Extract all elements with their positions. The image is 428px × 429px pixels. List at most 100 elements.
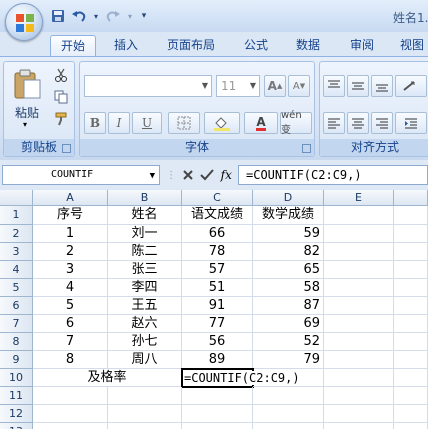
cell-e4[interactable] — [324, 261, 394, 279]
select-all-corner[interactable] — [0, 190, 33, 206]
formula-input[interactable]: =COUNTIF(C2:C9,) — [238, 165, 428, 185]
insert-function-icon[interactable]: fx — [221, 168, 232, 182]
cell-e5[interactable] — [324, 279, 394, 297]
cell-c10-active[interactable]: =COUNTIF(C2:C9,) — [181, 368, 300, 388]
cell-d13[interactable] — [253, 423, 324, 429]
row-header-8[interactable]: 8 — [0, 333, 33, 351]
tab-insert[interactable]: 插入 — [106, 35, 146, 56]
font-name-combo[interactable]: ▼ — [84, 75, 212, 97]
tab-review[interactable]: 审阅 — [342, 35, 382, 56]
cell-f5[interactable] — [394, 279, 428, 297]
office-button[interactable] — [5, 3, 43, 41]
cell-d7[interactable]: 69 — [253, 315, 324, 333]
cell-a5[interactable]: 4 — [33, 279, 108, 297]
cell-c8[interactable]: 56 — [182, 333, 253, 351]
column-header-c[interactable]: C — [182, 190, 253, 206]
cell-a9[interactable]: 8 — [33, 351, 108, 369]
font-size-combo[interactable]: 11 ▼ — [216, 75, 260, 97]
cell-c1[interactable]: 语文成绩 — [182, 206, 253, 225]
cell-a6[interactable]: 5 — [33, 297, 108, 315]
cell-a10-merged[interactable]: 及格率 — [33, 369, 182, 387]
cell-c12[interactable] — [182, 405, 253, 423]
row-header-2[interactable]: 2 — [0, 225, 33, 243]
cell-d1[interactable]: 数学成绩 — [253, 206, 324, 225]
row-header-1[interactable]: 1 — [0, 206, 33, 225]
cell-b7[interactable]: 赵六 — [108, 315, 182, 333]
copy-icon[interactable] — [54, 90, 70, 106]
cell-f13[interactable] — [394, 423, 428, 429]
name-box[interactable]: COUNTIF ▼ — [2, 165, 160, 185]
tab-home[interactable]: 开始 — [50, 35, 96, 56]
clipboard-launcher-icon[interactable] — [62, 144, 71, 153]
customize-toolbar-icon[interactable]: ▾ — [139, 8, 149, 24]
cell-d6[interactable]: 87 — [253, 297, 324, 315]
font-launcher-icon[interactable] — [302, 144, 311, 153]
italic-button[interactable]: I — [108, 112, 130, 134]
undo-icon[interactable] — [71, 8, 87, 24]
column-header-a[interactable]: A — [33, 190, 108, 206]
enter-check-icon[interactable] — [200, 169, 215, 181]
row-header-11[interactable]: 11 — [0, 387, 33, 405]
cut-icon[interactable] — [54, 68, 70, 84]
cancel-icon[interactable] — [182, 169, 194, 181]
cell-b8[interactable]: 孙七 — [108, 333, 182, 351]
paste-dropdown-icon[interactable]: ▾ — [23, 120, 27, 129]
cell-e9[interactable] — [324, 351, 394, 369]
cell-c3[interactable]: 78 — [182, 243, 253, 261]
cell-d12[interactable] — [253, 405, 324, 423]
paste-button[interactable]: 粘贴 ▾ — [10, 66, 44, 134]
tab-view[interactable]: 视图 — [396, 35, 428, 56]
phonetic-button[interactable]: wén 变 — [280, 110, 312, 136]
column-header-b[interactable]: B — [108, 190, 182, 206]
cell-b12[interactable] — [108, 405, 182, 423]
cell-c2[interactable]: 66 — [182, 225, 253, 243]
align-middle-button[interactable] — [347, 75, 369, 97]
cell-b6[interactable]: 王五 — [108, 297, 182, 315]
cell-e1[interactable] — [324, 206, 394, 225]
align-bottom-button[interactable] — [371, 75, 393, 97]
indent-button[interactable] — [395, 112, 427, 134]
row-header-10[interactable]: 10 — [0, 369, 33, 387]
cell-f9[interactable] — [394, 351, 428, 369]
cell-c13[interactable] — [182, 423, 253, 429]
cell-e7[interactable] — [324, 315, 394, 333]
undo-dropdown-icon[interactable]: ▾ — [92, 8, 100, 24]
cell-c7[interactable]: 77 — [182, 315, 253, 333]
fill-color-button[interactable] — [204, 112, 240, 134]
tab-page-layout[interactable]: 页面布局 — [160, 35, 222, 56]
cell-e13[interactable] — [324, 423, 394, 429]
column-header-f[interactable] — [394, 190, 428, 206]
row-header-9[interactable]: 9 — [0, 351, 33, 369]
cell-c6[interactable]: 91 — [182, 297, 253, 315]
align-right-button[interactable] — [371, 112, 393, 134]
cell-e12[interactable] — [324, 405, 394, 423]
cell-d4[interactable]: 65 — [253, 261, 324, 279]
orientation-button[interactable] — [395, 75, 427, 97]
row-header-5[interactable]: 5 — [0, 279, 33, 297]
cell-a8[interactable]: 7 — [33, 333, 108, 351]
cell-f2[interactable] — [394, 225, 428, 243]
cell-a3[interactable]: 2 — [33, 243, 108, 261]
cell-d2[interactable]: 59 — [253, 225, 324, 243]
cell-a12[interactable] — [33, 405, 108, 423]
cell-d10[interactable] — [253, 369, 324, 387]
cell-a1[interactable]: 序号 — [33, 206, 108, 225]
cell-e2[interactable] — [324, 225, 394, 243]
row-header-13[interactable]: 13 — [0, 423, 33, 429]
cell-b13[interactable] — [108, 423, 182, 429]
cell-b9[interactable]: 周八 — [108, 351, 182, 369]
align-top-button[interactable] — [323, 75, 345, 97]
cell-f1[interactable] — [394, 206, 428, 225]
cell-e3[interactable] — [324, 243, 394, 261]
cell-f12[interactable] — [394, 405, 428, 423]
tab-data[interactable]: 数据 — [288, 35, 328, 56]
align-center-button[interactable] — [347, 112, 369, 134]
cell-a2[interactable]: 1 — [33, 225, 108, 243]
cell-b1[interactable]: 姓名 — [108, 206, 182, 225]
cell-f3[interactable] — [394, 243, 428, 261]
borders-button[interactable] — [168, 112, 200, 134]
cell-b11[interactable] — [108, 387, 182, 405]
cell-f11[interactable] — [394, 387, 428, 405]
shrink-font-button[interactable]: A ▼ — [288, 75, 310, 97]
row-header-7[interactable]: 7 — [0, 315, 33, 333]
